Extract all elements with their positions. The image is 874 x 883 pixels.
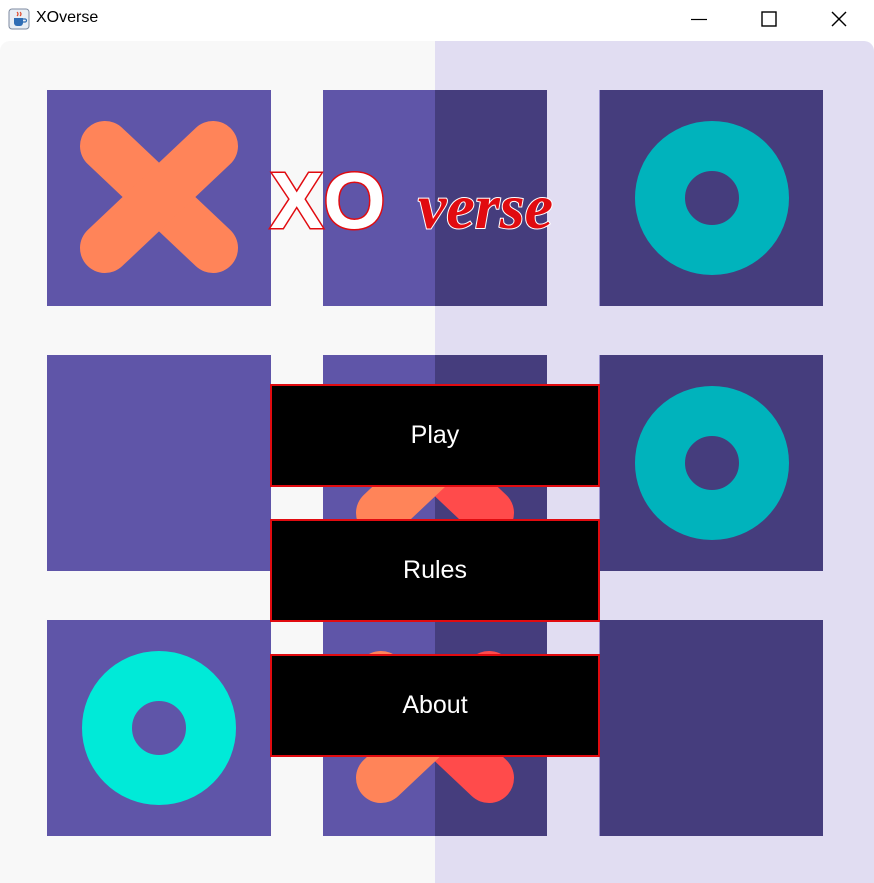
- xoverse-logo: XO verse: [269, 155, 555, 240]
- board-cell-1-1: [47, 90, 271, 306]
- logo-xo-text: XO: [270, 156, 386, 239]
- board-cell-1-3: [599, 90, 823, 306]
- board-cell-3-3: [599, 620, 823, 836]
- about-button[interactable]: About: [270, 654, 600, 757]
- maximize-button[interactable]: [739, 0, 799, 40]
- o-mark-icon: [82, 651, 236, 805]
- close-button[interactable]: [809, 0, 869, 40]
- window-titlebar: XOverse: [0, 0, 874, 40]
- window-title: XOverse: [36, 9, 99, 26]
- logo-verse-text: verse: [418, 171, 553, 239]
- game-window-content: XO verse Play Rules About: [0, 41, 874, 883]
- board-cell-3-1: [47, 620, 271, 836]
- board-cell-2-3: [599, 355, 823, 571]
- maximize-icon: [761, 11, 777, 27]
- java-coffee-icon: [8, 8, 30, 30]
- play-button[interactable]: Play: [270, 384, 600, 487]
- x-mark-icon: [80, 121, 238, 273]
- minimize-button[interactable]: [669, 0, 729, 40]
- minimize-icon: [691, 18, 707, 21]
- o-mark-icon: [635, 386, 789, 540]
- rules-button[interactable]: Rules: [270, 519, 600, 622]
- o-mark-icon: [635, 121, 789, 275]
- board-cell-2-1: [47, 355, 271, 571]
- close-icon: [831, 11, 847, 27]
